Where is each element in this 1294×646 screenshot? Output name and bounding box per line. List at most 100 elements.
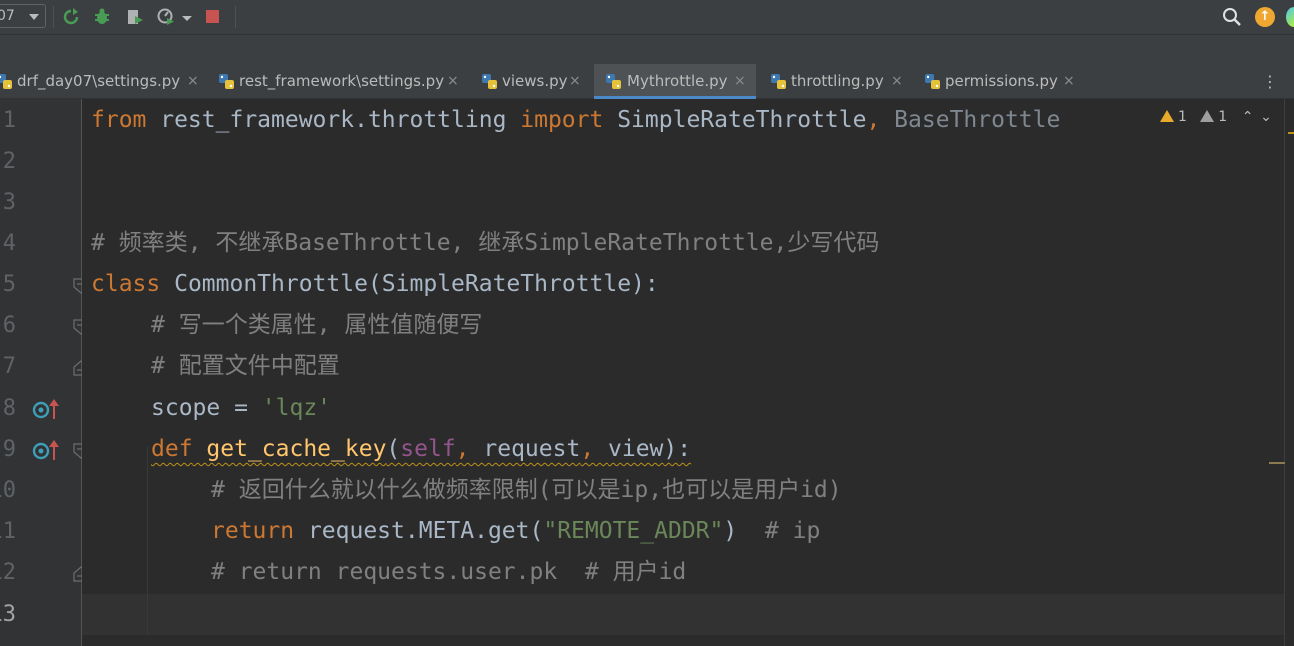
indent-guide bbox=[147, 446, 148, 635]
rerun-icon[interactable] bbox=[62, 8, 80, 26]
punctuation: , bbox=[580, 436, 609, 462]
tab-label: rest_framework\settings.py bbox=[239, 72, 445, 90]
warning-marker[interactable] bbox=[1269, 462, 1285, 464]
python-file-icon bbox=[925, 74, 940, 89]
unused-import: BaseThrottle bbox=[880, 107, 1061, 133]
comment: # 写一个类属性, 属性值随便写 bbox=[151, 312, 483, 338]
close-icon[interactable]: × bbox=[187, 64, 199, 99]
keyword: from bbox=[91, 107, 147, 133]
line-number: 3 bbox=[2, 190, 16, 215]
keyword: import bbox=[520, 107, 604, 133]
weak-warning-count: 1 bbox=[1218, 109, 1228, 125]
toolbar-separator bbox=[235, 6, 236, 28]
update-icon[interactable]: ↑ bbox=[1255, 7, 1275, 27]
keyword: return bbox=[211, 518, 295, 544]
profile-icon[interactable] bbox=[157, 8, 175, 26]
line-number: 1 bbox=[2, 108, 16, 133]
editor-gutter[interactable]: 1 2 3 4 5 6 7 8 9 10 11 12 13 bbox=[0, 99, 89, 646]
comment: # ip bbox=[764, 518, 821, 544]
string-literal: "REMOTE_ADDR" bbox=[543, 518, 724, 544]
punctuation: , bbox=[866, 107, 881, 133]
comment: # return requests.user.pk # 用户id bbox=[211, 559, 687, 585]
code-line-5: class CommonThrottle(SimpleRateThrottle)… bbox=[91, 264, 659, 305]
code-line-11: return request.META.get("REMOTE_ADDR") #… bbox=[211, 511, 820, 552]
coverage-icon[interactable] bbox=[126, 8, 144, 26]
weak-warning-icon bbox=[1200, 110, 1215, 122]
plugin-icon[interactable] bbox=[1286, 7, 1294, 27]
module-name: rest_framework.throttling bbox=[146, 107, 521, 133]
close-icon[interactable]: × bbox=[891, 64, 903, 99]
code-line-9: def get_cache_key(self, request, view): bbox=[151, 429, 691, 470]
code-line-4: # 频率类, 不继承BaseThrottle, 继承SimpleRateThro… bbox=[91, 223, 879, 264]
warning-icon bbox=[1160, 110, 1174, 122]
string-literal: 'lqz' bbox=[261, 395, 332, 421]
self-param: self bbox=[400, 436, 456, 462]
tab-label: Mythrottle.py bbox=[627, 72, 728, 90]
run-config-select[interactable]: 07 bbox=[0, 4, 46, 28]
line-number: 13 bbox=[0, 602, 16, 627]
code-line-12: # return requests.user.pk # 用户id bbox=[211, 552, 686, 593]
tab-throttling[interactable]: throttling.py × bbox=[770, 64, 906, 99]
tab-mythrottle[interactable]: Mythrottle.py × bbox=[594, 64, 756, 99]
inspection-widget[interactable]: 1 1 ⌃ ⌄ bbox=[1160, 107, 1273, 127]
tab-permissions[interactable]: permissions.py × bbox=[924, 64, 1076, 99]
class-declaration: CommonThrottle(SimpleRateThrottle): bbox=[160, 271, 659, 297]
close-icon[interactable]: × bbox=[447, 64, 459, 99]
comment: # 配置文件中配置 bbox=[151, 353, 340, 379]
stop-icon[interactable] bbox=[205, 8, 221, 26]
debug-icon[interactable] bbox=[93, 8, 111, 26]
keyword: def bbox=[151, 436, 193, 462]
line-number: 12 bbox=[0, 560, 16, 585]
tab-views[interactable]: views.py × bbox=[481, 64, 589, 99]
run-config-label: 07 bbox=[0, 8, 15, 24]
search-icon[interactable] bbox=[1222, 7, 1242, 27]
code-line-6: # 写一个类属性, 属性值随便写 bbox=[151, 305, 482, 346]
param: view bbox=[608, 436, 664, 462]
python-file-icon bbox=[771, 74, 786, 89]
identifier: SimpleRateThrottle bbox=[603, 107, 867, 133]
comment: # 频率类, 不继承BaseThrottle, 继承SimpleRateThro… bbox=[91, 230, 880, 256]
param: request bbox=[483, 436, 581, 462]
current-line-highlight bbox=[82, 594, 1284, 635]
line-number: 9 bbox=[2, 437, 16, 462]
tab-rest-framework-settings[interactable]: rest_framework\settings.py × bbox=[218, 64, 470, 99]
chevron-down-icon[interactable] bbox=[181, 8, 193, 26]
chevron-down-icon[interactable]: ⌄ bbox=[1259, 107, 1273, 127]
warning-marker[interactable] bbox=[1288, 132, 1294, 134]
close-icon[interactable]: × bbox=[569, 64, 581, 99]
close-icon[interactable]: × bbox=[734, 64, 746, 99]
tabs-menu-icon[interactable]: ⋮ bbox=[1262, 73, 1278, 91]
punctuation: ): bbox=[663, 436, 692, 462]
punctuation: ) bbox=[723, 518, 765, 544]
code-line-8: scope = 'lqz' bbox=[151, 388, 331, 429]
warning-count: 1 bbox=[1178, 109, 1187, 125]
tab-label: drf_day07\settings.py bbox=[17, 72, 181, 90]
line-number: 11 bbox=[0, 519, 16, 544]
line-number: 7 bbox=[2, 354, 16, 379]
line-number: 5 bbox=[2, 272, 16, 297]
python-file-icon bbox=[0, 74, 12, 89]
keyword: class bbox=[91, 271, 161, 297]
tab-drf-settings[interactable]: drf_day07\settings.py × bbox=[0, 64, 202, 99]
code-line-10: # 返回什么就以什么做频率限制(可以是ip,也可以是用户id) bbox=[211, 470, 842, 511]
function-name: get_cache_key bbox=[206, 436, 387, 462]
tab-label: permissions.py bbox=[945, 72, 1058, 90]
punctuation: ( bbox=[386, 436, 401, 462]
tab-label: views.py bbox=[502, 72, 568, 90]
assignment: scope = bbox=[151, 395, 262, 421]
close-icon[interactable]: × bbox=[1063, 64, 1075, 99]
chevron-up-icon[interactable]: ⌃ bbox=[1241, 107, 1255, 127]
code-editor[interactable]: from rest_framework.throttling import Si… bbox=[82, 99, 1284, 646]
line-number: 4 bbox=[2, 231, 16, 256]
comment: # 返回什么就以什么做频率限制(可以是ip,也可以是用户id) bbox=[211, 477, 842, 503]
overrides-icon[interactable] bbox=[32, 439, 60, 463]
expression: request.META.get( bbox=[294, 518, 544, 544]
code-line-1: from rest_framework.throttling import Si… bbox=[91, 100, 1060, 141]
punctuation: , bbox=[455, 436, 484, 462]
line-number: 8 bbox=[2, 396, 16, 421]
overrides-icon[interactable] bbox=[32, 398, 60, 422]
main-toolbar: 07 ↑ bbox=[0, 0, 1294, 35]
code-line-7: # 配置文件中配置 bbox=[151, 346, 340, 387]
tab-label: throttling.py bbox=[791, 72, 884, 90]
editor-scrollbar[interactable] bbox=[1269, 99, 1294, 646]
